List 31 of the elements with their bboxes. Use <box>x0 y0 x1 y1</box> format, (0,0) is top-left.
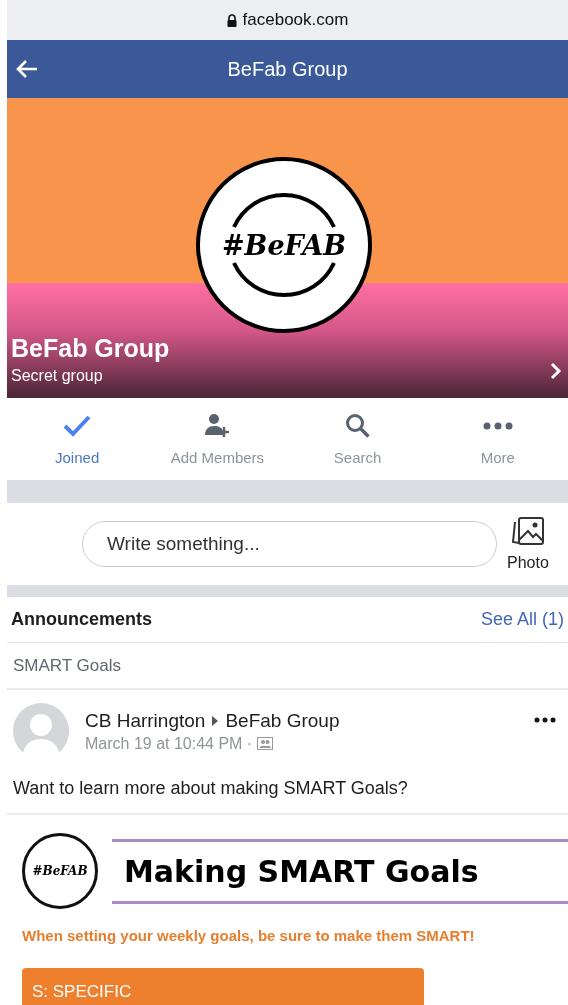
chevron-right-icon <box>550 362 562 380</box>
nav-title: BeFab Group <box>227 57 348 81</box>
write-post-field[interactable]: Write something... <box>82 521 497 567</box>
search-icon <box>344 412 371 439</box>
more-icon <box>482 421 513 430</box>
group-name: BeFab Group <box>11 334 170 363</box>
photo-button[interactable]: Photo <box>507 516 549 572</box>
announcement-topic[interactable]: SMART Goals <box>13 655 122 676</box>
url-text: facebook.com <box>242 10 349 30</box>
group-audience-icon <box>257 737 274 750</box>
lock-icon <box>226 13 237 27</box>
logo-text: #BeFAB <box>222 229 346 261</box>
address-bar[interactable]: facebook.com <box>7 0 568 40</box>
author-name[interactable]: CB Harrington <box>85 709 206 732</box>
announcements-heading: Announcements <box>11 609 152 630</box>
post-time: March 19 at 10:44 PM · <box>85 734 253 753</box>
add-person-icon <box>204 412 231 439</box>
see-all-link[interactable]: See All (1) <box>480 609 564 630</box>
back-arrow-icon[interactable] <box>15 59 39 79</box>
photo-icon <box>510 516 545 548</box>
post-text: Want to learn more about making SMART Goals? <box>7 772 568 815</box>
post-graphic[interactable]: #BeFAB Making SMART Goals When setting your weekly goals, be sure to make them SMART! S: SPECIFIC <box>7 815 568 1005</box>
graphic-heading: Making SMART Goals <box>124 853 479 889</box>
more-options-icon[interactable] <box>534 717 556 723</box>
section-label: S: SPECIFIC <box>32 982 132 1003</box>
group-privacy: Secret group <box>11 367 104 385</box>
graphic-subtitle: When setting your weekly goals, be sure to make them SMART! <box>22 927 476 944</box>
triangle-right-icon <box>211 714 220 727</box>
graphic-logo: #BeFAB <box>22 833 98 909</box>
group-link[interactable]: BeFab Group <box>225 709 340 732</box>
check-icon <box>62 413 93 438</box>
